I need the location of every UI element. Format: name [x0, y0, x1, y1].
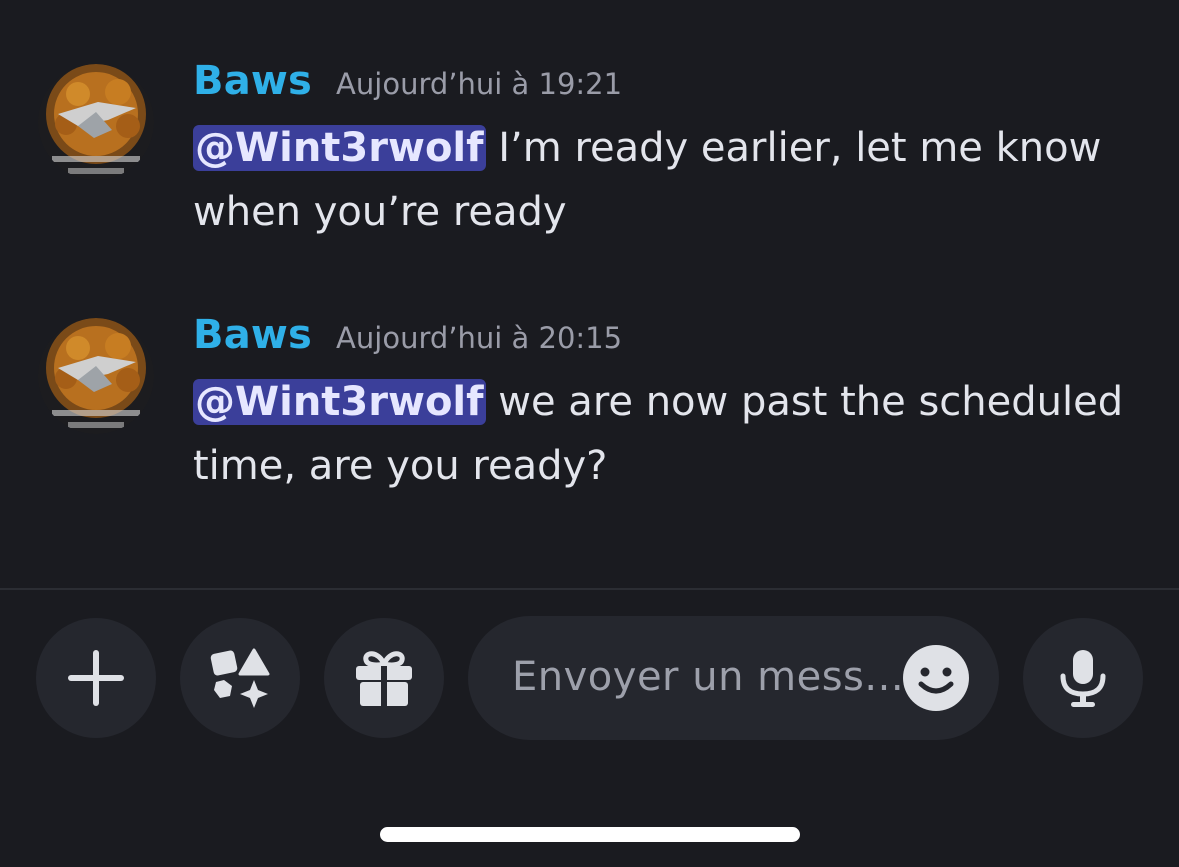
add-attachment-button[interactable] — [36, 618, 156, 738]
author-name[interactable]: Baws — [193, 312, 312, 358]
message-text-line: we are now past the scheduled — [485, 379, 1124, 425]
message-body: @Wint3rwolf we are now past the schedule… — [193, 370, 1143, 498]
emoji-button[interactable] — [902, 644, 970, 712]
message-input[interactable]: Envoyer un mess... — [468, 616, 999, 740]
gift-button[interactable] — [324, 618, 444, 738]
message-body: @Wint3rwolf I’m ready earlier, let me kn… — [193, 116, 1143, 244]
avatar-image — [38, 64, 154, 180]
emoji-icon — [903, 645, 969, 711]
timestamp: Aujourd’hui à 19:21 — [336, 67, 623, 101]
apps-icon — [210, 648, 270, 708]
gift-icon — [356, 651, 412, 706]
plus-icon — [68, 650, 124, 706]
message-text-line: when you’re ready — [193, 189, 567, 235]
avatar[interactable] — [38, 64, 154, 180]
timestamp: Aujourd’hui à 20:15 — [336, 321, 623, 355]
message-header: Baws Aujourd’hui à 20:15 — [193, 312, 622, 358]
message-text-line: I’m ready earlier, let me know — [485, 125, 1102, 171]
message-header: Baws Aujourd’hui à 19:21 — [193, 58, 622, 104]
user-mention[interactable]: @Wint3rwolf — [193, 379, 486, 425]
avatar[interactable] — [38, 318, 154, 434]
microphone-icon — [1060, 650, 1106, 707]
home-indicator[interactable] — [380, 827, 800, 842]
message-text-line: time, are you ready? — [193, 443, 608, 489]
composer-divider — [0, 588, 1179, 590]
message-input-placeholder: Envoyer un mess... — [512, 654, 905, 700]
author-name[interactable]: Baws — [193, 58, 312, 104]
voice-message-button[interactable] — [1023, 618, 1143, 738]
user-mention[interactable]: @Wint3rwolf — [193, 125, 486, 171]
avatar-image — [38, 318, 154, 434]
apps-button[interactable] — [180, 618, 300, 738]
